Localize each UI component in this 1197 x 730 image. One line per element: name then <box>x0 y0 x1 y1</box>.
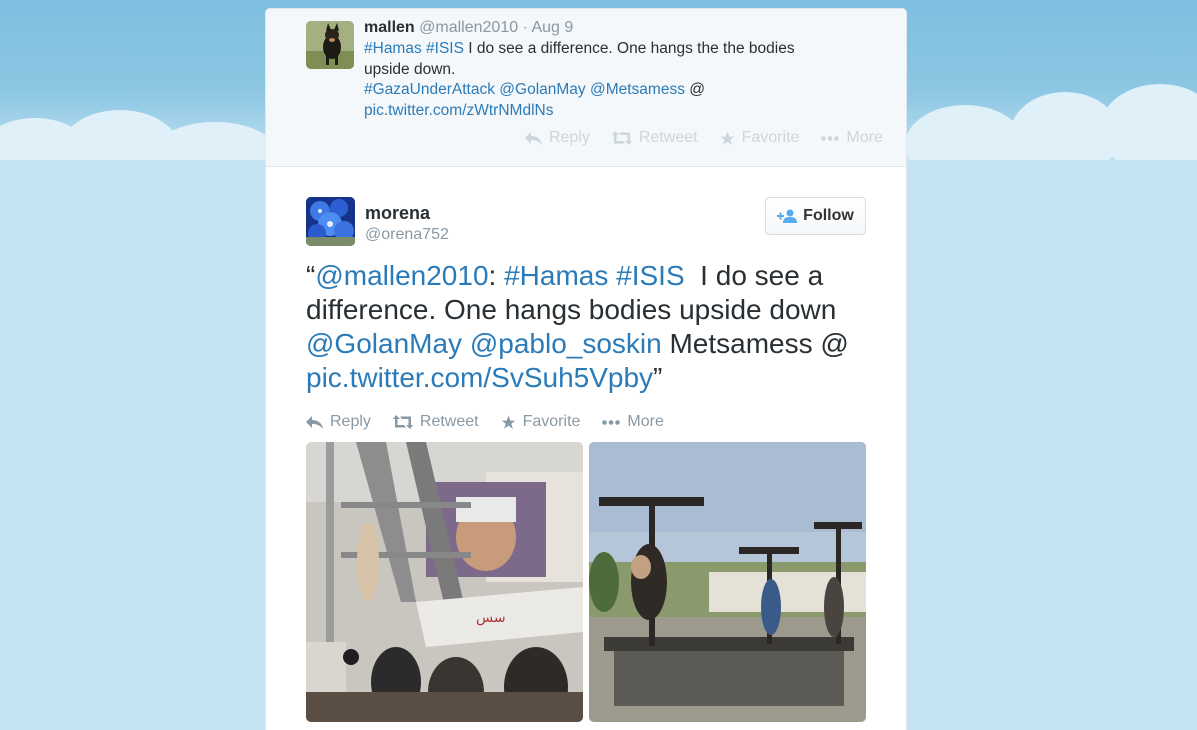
more-dots-icon <box>821 135 840 141</box>
tweet-date[interactable]: · Aug 9 <box>523 19 574 36</box>
quote-mark: ” <box>653 362 663 393</box>
reply-label: Reply <box>330 413 371 430</box>
add-user-icon <box>777 209 798 223</box>
author-handle[interactable]: @orena752 <box>365 226 449 244</box>
main-tweet-text: “@mallen2010: #Hamas #ISIS I do see a di… <box>306 259 876 395</box>
star-icon <box>720 131 734 145</box>
retweet-action[interactable]: Retweet <box>611 129 698 147</box>
tweet-text-segment: Metsamess @ <box>661 328 849 359</box>
reply-action[interactable]: Reply <box>525 129 590 147</box>
tweet-text-segment: @ <box>684 81 706 98</box>
quote-mark: “ <box>306 260 316 291</box>
star-icon <box>501 415 515 429</box>
mention-link[interactable]: @GolanMay <box>499 81 585 98</box>
retweet-label: Retweet <box>419 413 479 430</box>
follow-button[interactable]: Follow <box>765 197 866 235</box>
reply-icon <box>306 415 323 429</box>
avatar[interactable] <box>306 21 354 69</box>
hashtag-link[interactable]: #Hamas <box>504 260 608 291</box>
favorite-label: Favorite <box>741 129 800 146</box>
reply-label: Reply <box>549 129 590 146</box>
favorite-action[interactable]: Favorite <box>501 413 581 431</box>
author-name[interactable]: morena <box>365 203 430 224</box>
hashtag-link[interactable]: #ISIS <box>426 40 464 57</box>
more-label: More <box>846 129 883 146</box>
more-action[interactable]: More <box>821 129 883 147</box>
more-action[interactable]: More <box>602 413 664 431</box>
mention-link[interactable]: @GolanMay <box>306 328 462 359</box>
mention-link[interactable]: @mallen2010 <box>315 260 488 291</box>
more-label: More <box>627 413 664 430</box>
favorite-label: Favorite <box>522 413 581 430</box>
hashtag-link[interactable]: #ISIS <box>616 260 684 291</box>
main-tweet-actions: Reply Retweet Favorite More <box>306 413 664 431</box>
retweet-icon <box>611 131 632 145</box>
mention-link[interactable]: @Metsamess <box>590 81 685 98</box>
tweet-text-segment: : <box>488 260 505 291</box>
tweet-card: mallen @mallen2010 · Aug 9 #Hamas #ISIS … <box>265 8 907 730</box>
previous-tweet[interactable]: mallen @mallen2010 · Aug 9 #Hamas #ISIS … <box>266 9 906 167</box>
author-handle[interactable]: @mallen2010 <box>419 19 518 36</box>
media-photo-right[interactable] <box>589 442 866 722</box>
more-dots-icon <box>602 419 621 425</box>
media-photo-left[interactable]: ﺳﺲ <box>306 442 583 722</box>
follow-label: Follow <box>803 207 854 224</box>
media-link[interactable]: pic.twitter.com/SvSuh5Vpby <box>306 362 653 393</box>
reply-action[interactable]: Reply <box>306 413 371 431</box>
hashtag-link[interactable]: #Hamas <box>364 40 422 57</box>
previous-tweet-text: #Hamas #ISIS I do see a difference. One … <box>364 39 834 121</box>
media-link[interactable]: pic.twitter.com/zWtrNMdlNs <box>364 102 553 119</box>
hashtag-link[interactable]: #GazaUnderAttack <box>364 81 495 98</box>
mention-link[interactable]: @pablo_soskin <box>470 328 662 359</box>
retweet-action[interactable]: Retweet <box>392 413 479 431</box>
svg-text:ﺳﺲ: ﺳﺲ <box>476 610 506 626</box>
retweet-label: Retweet <box>638 129 698 146</box>
retweet-icon <box>392 415 413 429</box>
previous-tweet-actions: Reply Retweet Favorite More <box>525 129 883 147</box>
author-name[interactable]: mallen <box>364 19 415 36</box>
previous-tweet-header: mallen @mallen2010 · Aug 9 <box>364 19 573 37</box>
avatar[interactable] <box>306 197 355 246</box>
favorite-action[interactable]: Favorite <box>720 129 800 147</box>
reply-icon <box>525 131 542 145</box>
